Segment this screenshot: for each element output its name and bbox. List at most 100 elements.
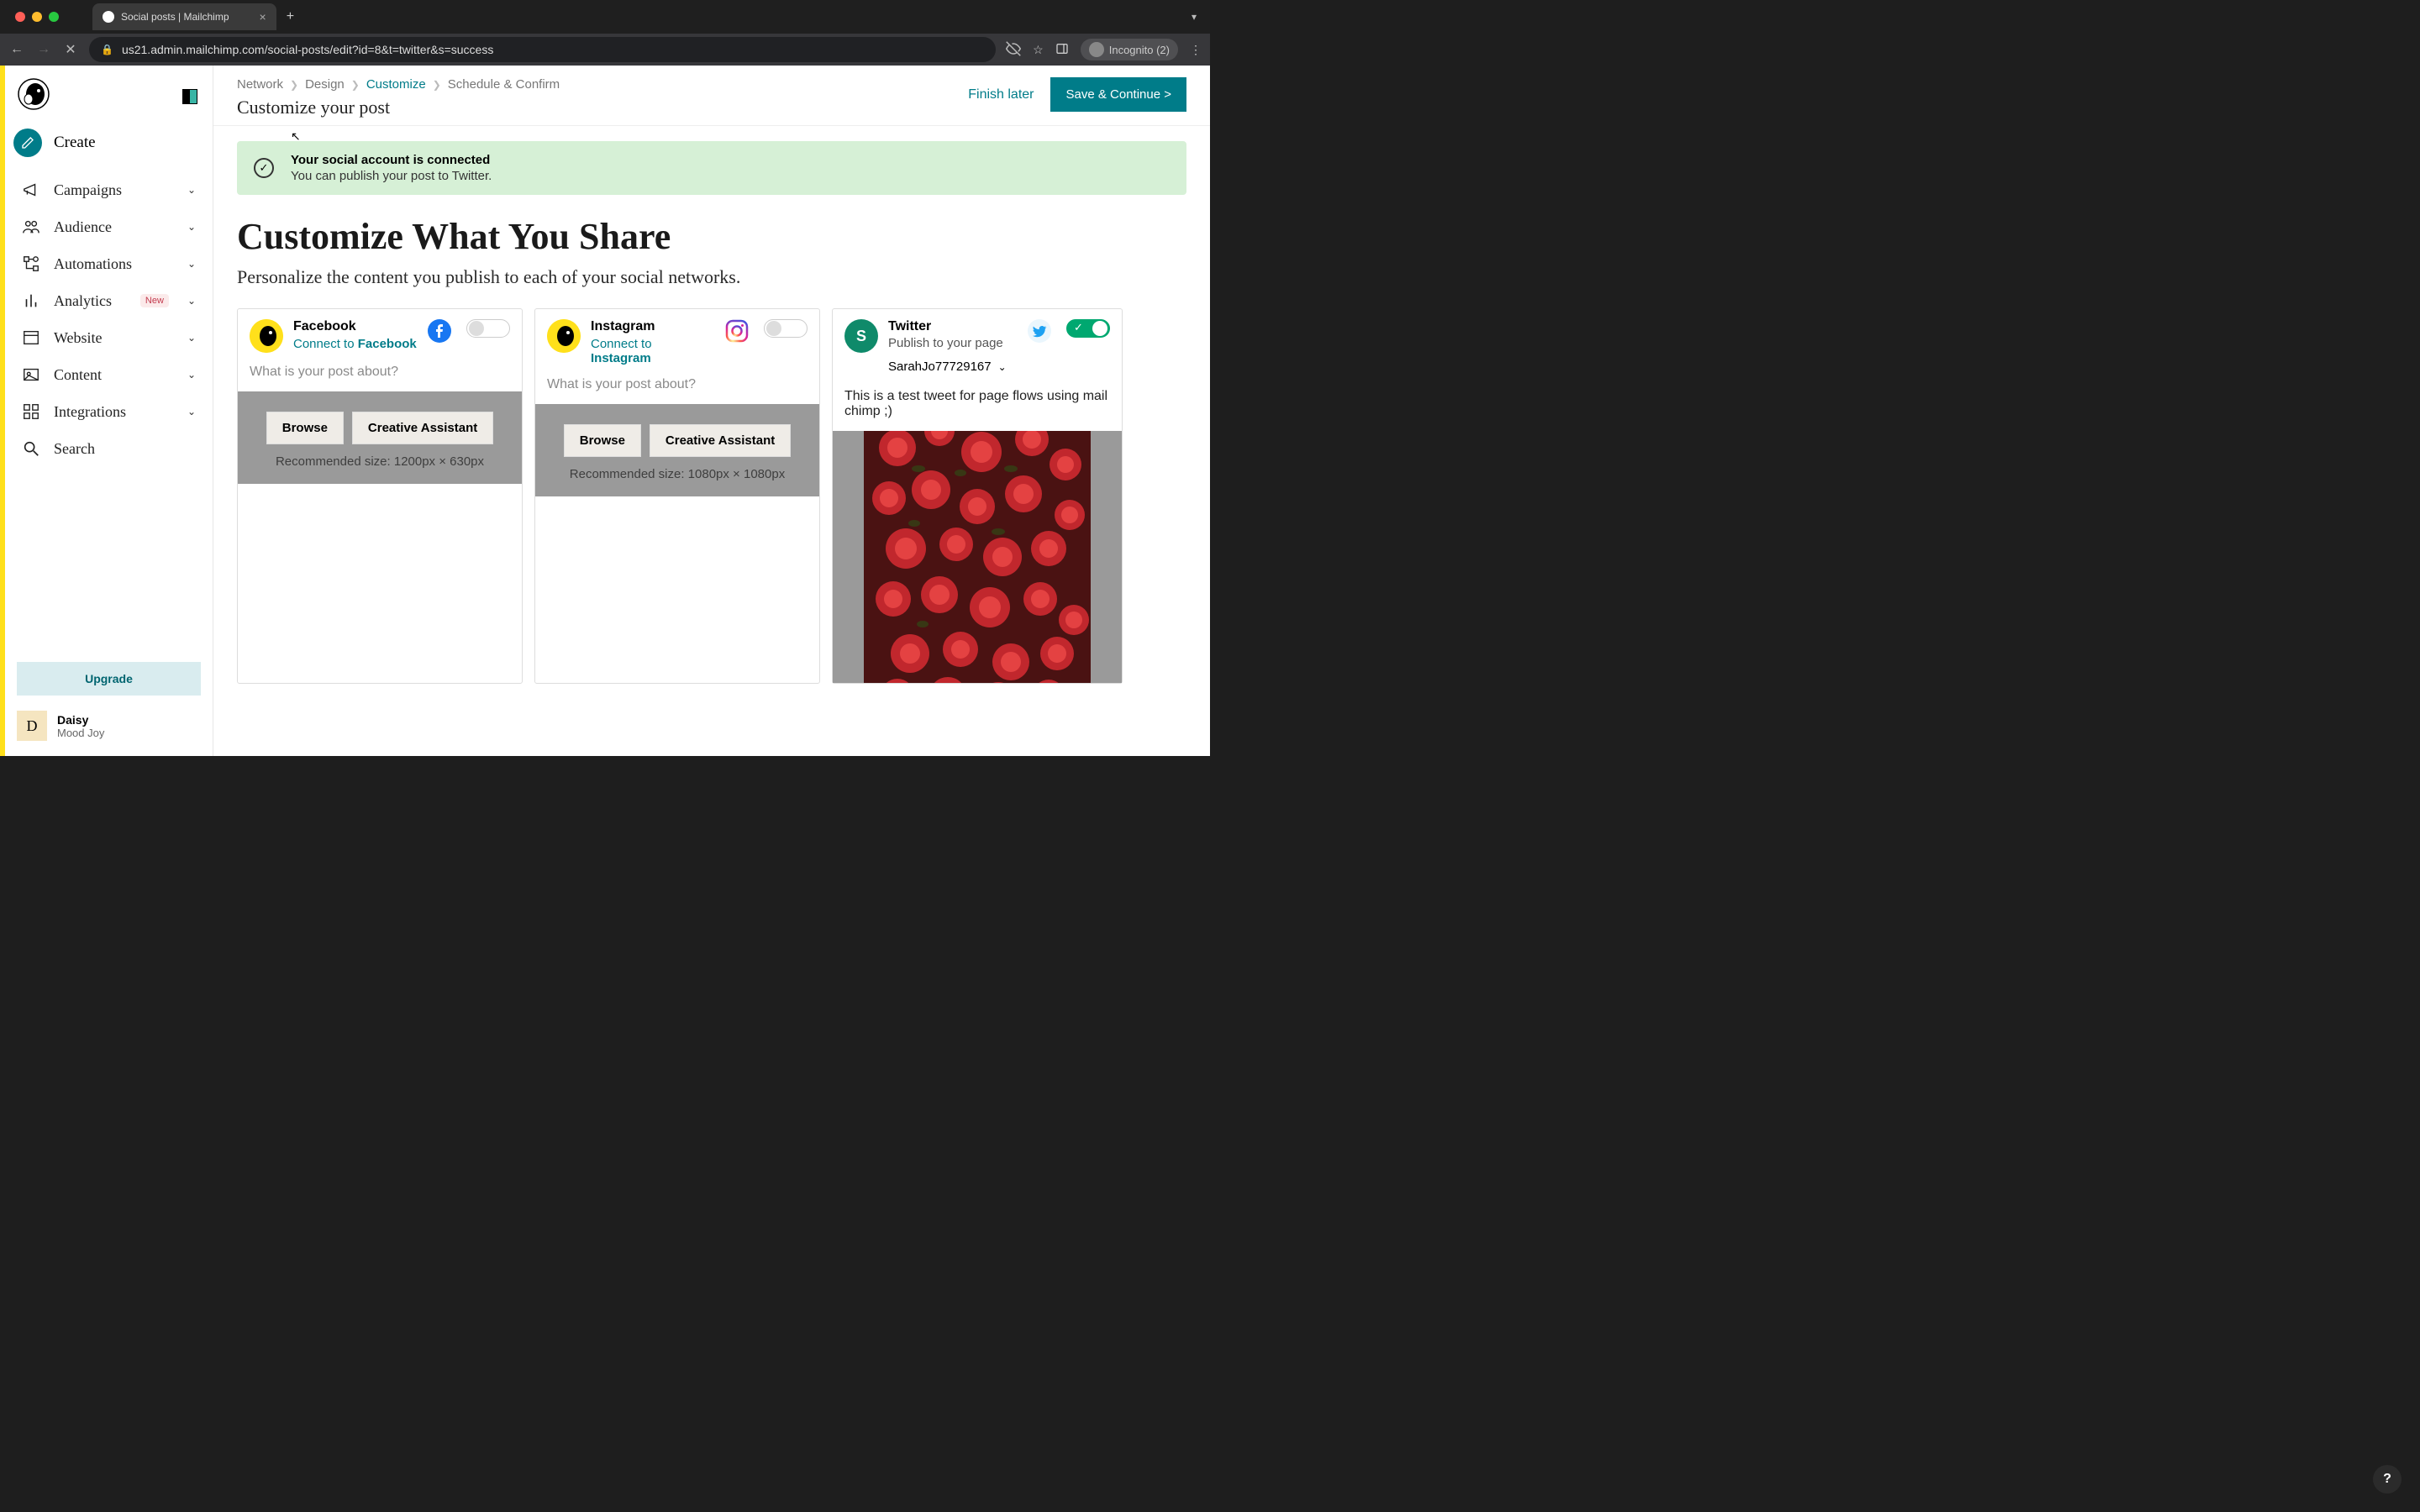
card-facebook: ↖ Facebook Connect to Facebook: [237, 308, 523, 684]
back-button[interactable]: ←: [8, 42, 25, 57]
facebook-media-area: Browse Creative Assistant Recommended si…: [238, 391, 522, 484]
create-button[interactable]: Create: [5, 123, 213, 167]
pencil-icon: [13, 129, 42, 157]
create-label: Create: [54, 134, 96, 152]
sidebar: Create Campaigns ⌄ Audience ⌄ Automation…: [0, 66, 213, 756]
bookmark-star-icon[interactable]: ☆: [1033, 43, 1044, 57]
sidebar-item-search[interactable]: Search: [13, 431, 204, 466]
browse-button[interactable]: Browse: [564, 424, 641, 457]
tab-close-icon[interactable]: ×: [260, 10, 266, 24]
recommended-size: Recommended size: 1080px × 1080px: [570, 467, 785, 481]
creative-assistant-button[interactable]: Creative Assistant: [650, 424, 791, 457]
card-instagram: Instagram Connect to Instagram What is y…: [534, 308, 820, 684]
connect-facebook-link[interactable]: Connect to Facebook: [293, 337, 418, 351]
twitter-account-select[interactable]: SarahJo77729167 ⌄: [833, 356, 1122, 381]
crumb-design[interactable]: Design: [305, 77, 345, 92]
browser-tab[interactable]: Social posts | Mailchimp ×: [92, 3, 276, 30]
creative-assistant-button[interactable]: Creative Assistant: [352, 412, 493, 444]
address-bar: ← → ✕ 🔒 us21.admin.mailchimp.com/social-…: [0, 34, 1210, 66]
collapse-sidebar-icon[interactable]: [182, 89, 197, 104]
minimize-window-icon[interactable]: [32, 12, 42, 22]
close-window-icon[interactable]: [15, 12, 25, 22]
stop-reload-button[interactable]: ✕: [62, 41, 79, 58]
instagram-icon: [725, 319, 749, 343]
save-continue-button[interactable]: Save & Continue >: [1050, 77, 1186, 112]
page-lead: Personalize the content you publish to e…: [237, 266, 1186, 288]
url-input[interactable]: 🔒 us21.admin.mailchimp.com/social-posts/…: [89, 37, 996, 62]
chevron-down-icon: ⌄: [187, 295, 196, 307]
account-name: SarahJo77729167: [888, 360, 992, 374]
alert-body: You can publish your post to Twitter.: [291, 169, 492, 183]
chevron-down-icon: ⌄: [187, 258, 196, 270]
sidebar-item-audience[interactable]: Audience ⌄: [13, 209, 204, 244]
browse-button[interactable]: Browse: [266, 412, 344, 444]
chevron-right-icon: ❯: [290, 79, 298, 91]
window-icon: [22, 328, 40, 347]
eye-off-icon[interactable]: [1006, 41, 1021, 59]
card-title: Instagram: [591, 319, 715, 334]
card-subtitle: Publish to your page: [888, 336, 1018, 350]
checkmark-circle-icon: ✓: [254, 158, 274, 178]
attached-image: [864, 431, 1091, 683]
mailchimp-avatar-icon: [547, 319, 581, 353]
twitter-toggle[interactable]: [1066, 319, 1110, 338]
sidebar-item-campaigns[interactable]: Campaigns ⌄: [13, 172, 204, 207]
sidebar-item-automations[interactable]: Automations ⌄: [13, 246, 204, 281]
tab-strip: Social posts | Mailchimp × + ▾: [0, 0, 1210, 34]
megaphone-icon: [22, 181, 40, 199]
facebook-post-input[interactable]: What is your post about?: [238, 356, 522, 391]
new-tab-button[interactable]: +: [287, 9, 294, 24]
main-content: Network ❯ Design ❯ Customize ❯ Schedule …: [213, 66, 1210, 756]
bars-icon: [22, 291, 40, 310]
alert-title: Your social account is connected: [291, 153, 492, 167]
incognito-badge[interactable]: Incognito (2): [1081, 39, 1178, 60]
maximize-window-icon[interactable]: [49, 12, 59, 22]
help-button[interactable]: ?: [2373, 1465, 2402, 1494]
side-panel-icon[interactable]: [1055, 42, 1069, 58]
chevron-down-icon: ⌄: [187, 332, 196, 344]
browser-menu-icon[interactable]: ⋮: [1190, 43, 1202, 57]
connect-instagram-link[interactable]: Connect to Instagram: [591, 337, 715, 365]
page-heading: Customize What You Share: [237, 215, 1186, 258]
search-icon: [22, 439, 40, 458]
incognito-icon: [1089, 42, 1104, 57]
tabs-dropdown-icon[interactable]: ▾: [1192, 11, 1197, 23]
facebook-icon: [428, 319, 451, 343]
twitter-account-avatar: S: [844, 319, 878, 353]
crumb-network[interactable]: Network: [237, 77, 283, 92]
grid-icon: [22, 402, 40, 421]
instagram-post-input[interactable]: What is your post about?: [535, 369, 819, 404]
sidebar-item-integrations[interactable]: Integrations ⌄: [13, 394, 204, 429]
finish-later-link[interactable]: Finish later: [968, 87, 1034, 102]
twitter-media-area[interactable]: [833, 431, 1122, 683]
new-badge: New: [140, 294, 169, 307]
twitter-icon: [1028, 319, 1051, 343]
topbar-actions: Finish later Save & Continue >: [968, 77, 1186, 112]
twitter-post-input[interactable]: This is a test tweet for page flows usin…: [833, 381, 1122, 431]
upgrade-button[interactable]: Upgrade: [17, 662, 201, 696]
card-title: Facebook: [293, 319, 418, 334]
user-sub: Mood Joy: [57, 727, 104, 739]
user-menu[interactable]: D Daisy Mood Joy: [17, 711, 201, 741]
sidebar-item-analytics[interactable]: Analytics New ⌄: [13, 283, 204, 318]
facebook-toggle[interactable]: [466, 319, 510, 338]
chevron-down-icon: ⌄: [998, 361, 1007, 373]
chevron-down-icon: ⌄: [187, 406, 196, 417]
forward-button[interactable]: →: [35, 42, 52, 57]
mailchimp-logo-icon[interactable]: [17, 77, 50, 115]
card-title: Twitter: [888, 319, 1018, 334]
card-twitter: S Twitter Publish to your page SarahJo77…: [832, 308, 1123, 684]
instagram-toggle[interactable]: [764, 319, 808, 338]
mailchimp-avatar-icon: [250, 319, 283, 353]
crumb-schedule[interactable]: Schedule & Confirm: [448, 77, 560, 92]
tab-title: Social posts | Mailchimp: [121, 11, 229, 23]
topbar: Network ❯ Design ❯ Customize ❯ Schedule …: [213, 66, 1210, 126]
breadcrumb: Network ❯ Design ❯ Customize ❯ Schedule …: [237, 77, 560, 92]
sidebar-item-content[interactable]: Content ⌄: [13, 357, 204, 392]
sidebar-item-website[interactable]: Website ⌄: [13, 320, 204, 355]
crumb-customize[interactable]: Customize: [366, 77, 426, 92]
image-icon: [22, 365, 40, 384]
chevron-right-icon: ❯: [351, 79, 360, 91]
recommended-size: Recommended size: 1200px × 630px: [276, 454, 484, 469]
social-cards-row: ↖ Facebook Connect to Facebook: [237, 308, 1186, 684]
